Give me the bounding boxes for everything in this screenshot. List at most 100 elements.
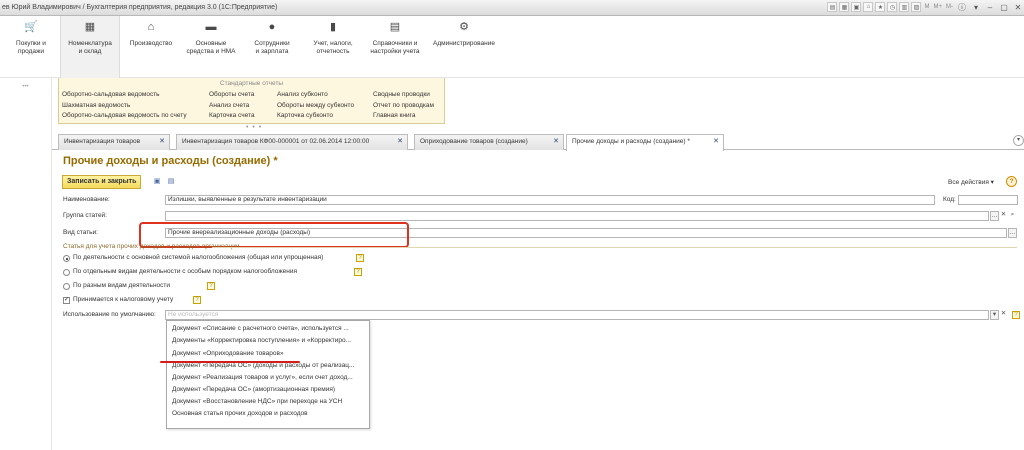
- left-panel: •••: [0, 78, 52, 450]
- code-field[interactable]: [958, 195, 1018, 205]
- radio-special-taxation-label[interactable]: По отдельным видам деятельности с особым…: [73, 268, 297, 275]
- report-link[interactable]: Карточка субконто: [277, 111, 354, 122]
- report-link[interactable]: Оборотно-сальдовая ведомость по счету: [62, 111, 187, 122]
- standard-reports-panel: Стандартные отчеты Оборотно-сальдовая ве…: [58, 78, 445, 124]
- code-label: Код:: [943, 196, 956, 203]
- home-icon[interactable]: ⌂: [863, 2, 874, 12]
- report-link[interactable]: Оборотно-сальдовая ведомость: [62, 90, 187, 101]
- usage-dropdown-button[interactable]: ▾: [990, 310, 999, 320]
- all-actions-menu[interactable]: Все действия ▾: [948, 178, 994, 186]
- window-titlebar: ев Юрий Владимирович / Бухгалтерия предп…: [0, 0, 1024, 16]
- radio-special-taxation[interactable]: [63, 269, 70, 276]
- name-field[interactable]: Излишки, выявленные в результате инвента…: [165, 195, 935, 205]
- report-link[interactable]: Обороты счета: [209, 90, 255, 101]
- calc-icon[interactable]: ▥: [899, 2, 910, 12]
- tabs-menu-icon[interactable]: ▾: [1013, 135, 1024, 146]
- radio-various-activities[interactable]: [63, 283, 70, 290]
- usage-dropdown-list: Документ «Списание с расчетного счета», …: [166, 320, 370, 429]
- history-icon[interactable]: ◷: [887, 2, 898, 12]
- list-item[interactable]: Документ «Реализация товаров и услуг», е…: [172, 374, 368, 381]
- report-link[interactable]: Обороты между субконто: [277, 101, 354, 112]
- usage-clear-icon[interactable]: ✕: [999, 310, 1008, 320]
- sections-panel: 🛒 Покупки и продажи ▦ Номенклатура и скл…: [0, 16, 1024, 78]
- section-administration[interactable]: ⚙ Администрирование: [428, 16, 500, 78]
- list-item[interactable]: Документ «Передача ОС» (доходы и расходы…: [172, 362, 368, 369]
- menu-icon[interactable]: ▾: [970, 2, 982, 12]
- bar-chart-icon: ▮: [329, 21, 337, 33]
- list-item[interactable]: Документ «Восстановление НДС» при перехо…: [172, 398, 368, 405]
- hint-icon[interactable]: ?: [354, 268, 362, 276]
- section-purchases-sales[interactable]: 🛒 Покупки и продажи: [6, 16, 56, 78]
- report-link[interactable]: Карточка счета: [209, 111, 255, 122]
- list-item[interactable]: Документ «Списание с расчетного счета», …: [172, 325, 368, 332]
- preview-icon[interactable]: ▣: [851, 2, 862, 12]
- list-item[interactable]: Основная статья прочих доходов и расходо…: [172, 410, 368, 417]
- save-icon[interactable]: ▣: [152, 177, 162, 187]
- close-tab-icon[interactable]: ✕: [713, 135, 719, 149]
- close-tab-icon[interactable]: ✕: [553, 135, 559, 149]
- reports-col-3: Анализ субконто Обороты между субконто К…: [277, 90, 354, 122]
- group-clear-icon[interactable]: ✕: [999, 211, 1008, 221]
- report-link[interactable]: Сводные проводки: [373, 90, 434, 101]
- memory-m-button[interactable]: M: [923, 2, 930, 12]
- section-accounting-taxes[interactable]: ▮ Учет, налоги, отчетность: [304, 16, 362, 78]
- section-fixed-assets[interactable]: ▬ Основные средства и НМА: [182, 16, 240, 78]
- cart-icon: 🛒: [24, 21, 38, 33]
- open-windows-tabs: Инвентаризация товаров ✕ Инвентаризация т…: [52, 133, 1024, 151]
- section-references-settings[interactable]: ▤ Справочники и настройки учета: [366, 16, 424, 78]
- section-employees-salary[interactable]: ● Сотрудники и зарплата: [246, 16, 298, 78]
- star-icon[interactable]: ★: [875, 2, 886, 12]
- radio-main-taxation-label[interactable]: По деятельности с основной системой нало…: [73, 254, 323, 261]
- hint-icon[interactable]: ?: [193, 296, 201, 304]
- list-icon[interactable]: ▤: [166, 177, 176, 187]
- list-item[interactable]: Документ «Оприходование товаров»: [172, 350, 368, 357]
- group-search-icon[interactable]: ⌕: [1008, 211, 1017, 221]
- close-tab-icon[interactable]: ✕: [397, 135, 403, 149]
- calendar-icon[interactable]: ▨: [911, 2, 922, 12]
- maximize-icon[interactable]: ▢: [998, 2, 1010, 12]
- tax-accounting-label[interactable]: Принимается к налоговому учету: [73, 296, 173, 303]
- kind-select-button[interactable]: …: [1008, 228, 1017, 238]
- radio-various-activities-label[interactable]: По разным видам деятельности: [73, 282, 170, 289]
- report-link[interactable]: Анализ счета: [209, 101, 255, 112]
- memory-plus-button[interactable]: M+: [932, 2, 943, 12]
- section-nomenclature-warehouse[interactable]: ▦ Номенклатура и склад: [60, 16, 120, 78]
- reports-col-1: Оборотно-сальдовая ведомость Шахматная в…: [62, 90, 187, 122]
- info-icon[interactable]: ⓘ: [956, 2, 968, 12]
- radio-main-taxation[interactable]: [63, 255, 70, 262]
- report-link[interactable]: Главная книга: [373, 111, 434, 122]
- usage-field[interactable]: Не используется: [165, 310, 989, 320]
- help-icon[interactable]: ?: [1006, 176, 1017, 187]
- factory-icon: ⌂: [147, 21, 155, 33]
- minimize-icon[interactable]: –: [984, 2, 996, 12]
- close-tab-icon[interactable]: ✕: [159, 135, 165, 149]
- group-select-button[interactable]: …: [990, 211, 999, 221]
- close-icon[interactable]: ✕: [1012, 2, 1024, 12]
- report-link[interactable]: Шахматная ведомость: [62, 101, 187, 112]
- tab-inventory[interactable]: Инвентаризация товаров ✕: [58, 134, 170, 150]
- tab-goods-receipt[interactable]: Оприходование товаров (создание) ✕: [414, 134, 564, 150]
- print-icon[interactable]: ▦: [839, 2, 850, 12]
- list-item[interactable]: Документ «Передача ОС» (амортизационная …: [172, 386, 368, 393]
- tab-inventory-doc[interactable]: Инвентаризация товаров КФ00-000001 от 02…: [176, 134, 408, 150]
- truck-icon: ▬: [205, 21, 217, 33]
- tab-other-income-expense[interactable]: Прочие доходы и расходы (создание) * ✕: [566, 134, 724, 151]
- report-link[interactable]: Отчет по проводкам: [373, 101, 434, 112]
- hint-icon[interactable]: ?: [356, 254, 364, 262]
- report-link[interactable]: Анализ субконто: [277, 90, 354, 101]
- hint-icon[interactable]: ?: [207, 282, 215, 290]
- save-and-close-button[interactable]: Записать и закрыть: [62, 175, 142, 189]
- group-field[interactable]: [165, 211, 989, 221]
- memory-minus-button[interactable]: M-: [945, 2, 954, 12]
- save-icon[interactable]: ▤: [827, 2, 838, 12]
- section-production[interactable]: ⌂ Производство: [124, 16, 178, 78]
- kind-label: Вид статьи:: [63, 229, 98, 236]
- reports-collapse-handle[interactable]: • • •: [246, 124, 262, 131]
- usage-label: Использование по умолчанию:: [63, 311, 156, 318]
- tax-accounting-checkbox[interactable]: ✓: [63, 297, 70, 304]
- list-item[interactable]: Документы «Корректировка поступления» и …: [172, 337, 368, 344]
- hint-icon[interactable]: ?: [1012, 311, 1020, 319]
- group-label: Группа статей:: [63, 212, 107, 219]
- name-label: Наименование:: [63, 196, 110, 203]
- book-icon: ▤: [389, 21, 401, 33]
